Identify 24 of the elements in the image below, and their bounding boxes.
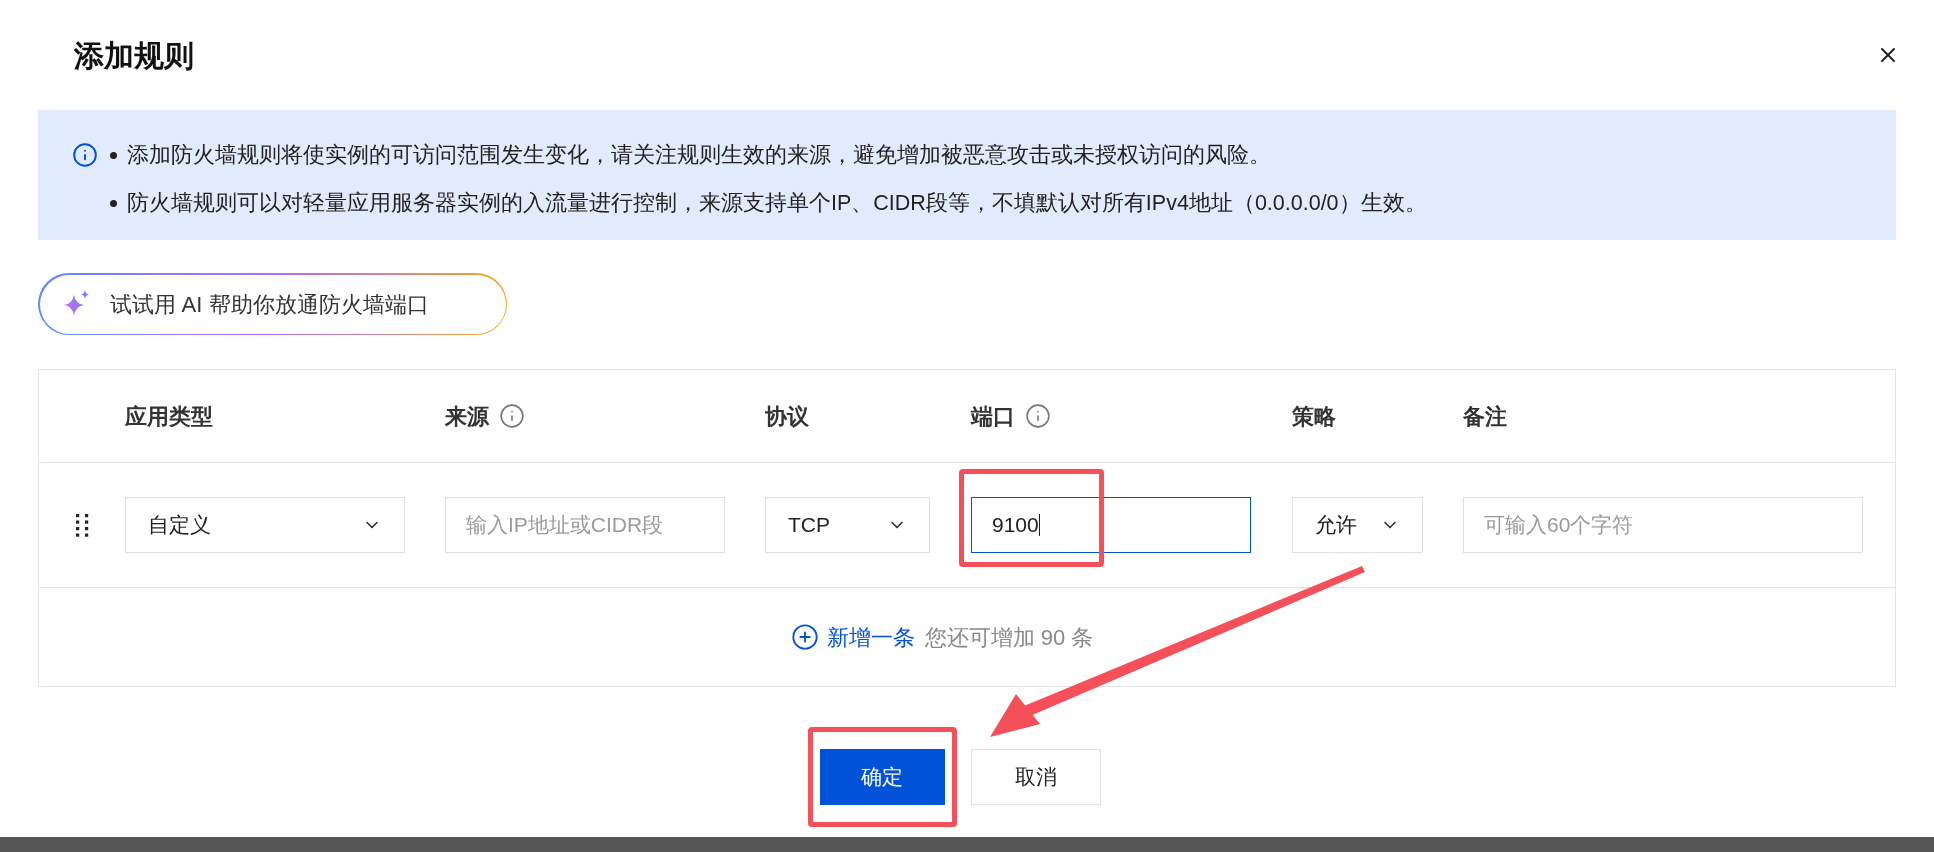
text-cursor xyxy=(1038,514,1041,536)
column-header: 协议 xyxy=(765,402,809,431)
remaining-count: 您还可增加 90 条 xyxy=(924,623,1094,652)
plus-circle-icon xyxy=(790,623,819,651)
info-icon[interactable] xyxy=(499,403,525,429)
column-header: 策略 xyxy=(1292,402,1336,431)
dialog-title: 添加规则 xyxy=(73,37,194,74)
select-field[interactable]: 自定义 xyxy=(125,497,405,553)
column-header: 备注 xyxy=(1463,402,1507,431)
drag-handle-icon[interactable] xyxy=(75,513,89,537)
notice-text: 添加防火墙规则将使实例的可访问范围发生变化，请关注规则生效的来源，避免增加被恶意攻击或未授权访问的风险。 xyxy=(127,143,1271,167)
info-icon xyxy=(72,142,98,168)
column-header: 端口 xyxy=(971,402,1015,431)
column-header: 应用类型 xyxy=(125,402,213,431)
select-field[interactable]: 允许 xyxy=(1292,497,1423,553)
confirm-button[interactable]: 确定 xyxy=(819,749,945,805)
column-header: 来源 xyxy=(445,402,489,431)
select-field[interactable]: TCP xyxy=(765,497,930,553)
cancel-button[interactable]: 取消 xyxy=(970,749,1101,805)
ai-assist-button[interactable]: 试试用 AI 帮助你放通防火墙端口 xyxy=(38,273,507,335)
notice-text: 防火墙规则可以对轻量应用服务器实例的入流量进行控制，来源支持单个IP、CIDR段等，不填默认对所有IPv4地址（0.0.0.0/0）生效。 xyxy=(127,191,1427,215)
add-rule-link[interactable]: 新增一条 xyxy=(790,620,915,654)
info-icon[interactable] xyxy=(1025,403,1051,429)
text-field[interactable]: 9100 xyxy=(971,497,1251,553)
